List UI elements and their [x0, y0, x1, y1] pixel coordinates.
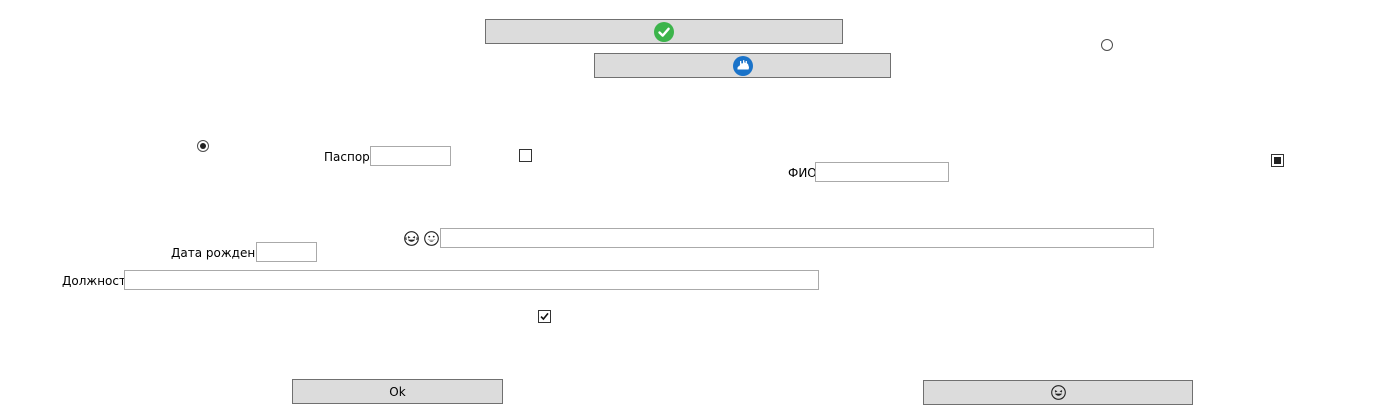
- position-input[interactable]: [124, 270, 819, 290]
- radio-option-top-right[interactable]: [1101, 39, 1113, 51]
- ok-button-label: Ok: [389, 384, 406, 399]
- fio-label: ФИО: [788, 166, 817, 180]
- blue-cloud-icon: [732, 55, 753, 76]
- radio-option-left[interactable]: [197, 140, 209, 152]
- cloud-button[interactable]: [594, 53, 891, 78]
- checkbox-right[interactable]: [1271, 154, 1284, 167]
- laughing-face-icon: [1050, 385, 1066, 400]
- checkbox-bottom[interactable]: [538, 310, 551, 323]
- fio-input[interactable]: [815, 162, 949, 182]
- confirm-button[interactable]: [485, 19, 843, 44]
- position-label: Должность: [62, 274, 134, 288]
- green-checkmark-icon: [654, 21, 674, 42]
- birth-date-input[interactable]: [256, 242, 317, 262]
- wide-text-input[interactable]: [440, 228, 1154, 248]
- laughing-emoji-button[interactable]: [923, 380, 1193, 405]
- checkmark-icon: [540, 312, 549, 321]
- laughing-face-icon: [404, 231, 419, 246]
- passport-input[interactable]: [370, 146, 451, 166]
- checkbox-middle[interactable]: [519, 149, 532, 162]
- grinning-face-icon: [424, 231, 439, 246]
- ok-button[interactable]: Ok: [292, 379, 503, 404]
- passport-label: Паспорт: [324, 150, 377, 164]
